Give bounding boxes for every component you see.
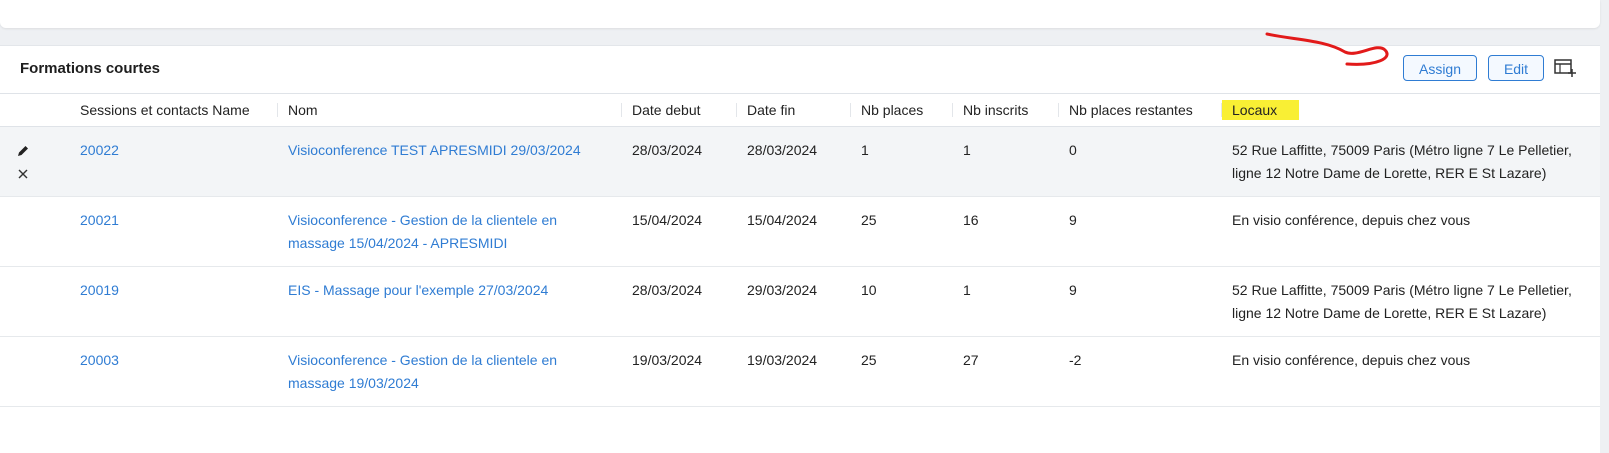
- locaux-cell: 52 Rue Laffitte, 75009 Paris (Métro lign…: [1222, 126, 1600, 197]
- edit-button[interactable]: Edit: [1488, 55, 1544, 81]
- formations-panel: Formations courtes Assign Edit Sessions …: [0, 32, 1600, 453]
- nb-inscrits-cell: 1: [953, 126, 1059, 197]
- column-header-date-debut[interactable]: Date debut: [622, 94, 737, 127]
- nb-inscrits-cell: 1: [953, 266, 1059, 337]
- table-row[interactable]: 20022 Visioconference TEST APRESMIDI 29/…: [0, 126, 1600, 197]
- date-debut-cell: 19/03/2024: [622, 336, 737, 407]
- date-debut-cell: 28/03/2024: [622, 266, 737, 337]
- pencil-icon[interactable]: [16, 144, 30, 158]
- panel-header: Formations courtes Assign Edit: [0, 32, 1600, 94]
- date-fin-cell: 19/03/2024: [737, 336, 851, 407]
- assign-button[interactable]: Assign: [1403, 55, 1477, 81]
- session-id-link[interactable]: 20019: [80, 282, 119, 298]
- panel-title: Formations courtes: [20, 60, 161, 77]
- nb-restantes-cell: 9: [1059, 266, 1222, 337]
- nb-places-cell: 10: [851, 266, 953, 337]
- table-row[interactable]: 20019 EIS - Massage pour l'exemple 27/03…: [0, 266, 1600, 337]
- column-header-nb-restantes[interactable]: Nb places restantes: [1059, 94, 1222, 127]
- row-actions: [0, 336, 70, 407]
- session-id-link[interactable]: 20021: [80, 212, 119, 228]
- sessions-table: Sessions et contacts Name Nom Date debut…: [0, 94, 1600, 407]
- nb-places-cell: 1: [851, 126, 953, 197]
- session-nom-link[interactable]: Visioconference - Gestion de la clientel…: [288, 212, 557, 251]
- table-add-column-icon[interactable]: [1554, 58, 1576, 78]
- table-row[interactable]: 20021 Visioconference - Gestion de la cl…: [0, 196, 1600, 267]
- nb-inscrits-cell: 16: [953, 196, 1059, 267]
- nb-places-cell: 25: [851, 336, 953, 407]
- nb-restantes-cell: -2: [1059, 336, 1222, 407]
- column-header-actions: [0, 94, 70, 127]
- session-nom-link[interactable]: Visioconference - Gestion de la clientel…: [288, 352, 557, 391]
- row-actions: [0, 126, 70, 197]
- close-icon[interactable]: [16, 167, 30, 181]
- nb-restantes-cell: 9: [1059, 196, 1222, 267]
- session-nom-link[interactable]: Visioconference TEST APRESMIDI 29/03/202…: [288, 142, 581, 158]
- nb-inscrits-cell: 27: [953, 336, 1059, 407]
- nb-restantes-cell: 0: [1059, 126, 1222, 197]
- locaux-cell: En visio conférence, depuis chez vous: [1222, 336, 1600, 407]
- top-card: [0, 0, 1600, 28]
- locaux-cell: 52 Rue Laffitte, 75009 Paris (Métro lign…: [1222, 266, 1600, 337]
- locaux-cell: En visio conférence, depuis chez vous: [1222, 196, 1600, 267]
- table-header-row: Sessions et contacts Name Nom Date debut…: [0, 94, 1600, 127]
- column-header-name[interactable]: Sessions et contacts Name: [70, 94, 278, 127]
- session-id-link[interactable]: 20003: [80, 352, 119, 368]
- date-fin-cell: 28/03/2024: [737, 126, 851, 197]
- session-id-link[interactable]: 20022: [80, 142, 119, 158]
- date-debut-cell: 15/04/2024: [622, 196, 737, 267]
- column-header-nb-places[interactable]: Nb places: [851, 94, 953, 127]
- column-header-date-fin[interactable]: Date fin: [737, 94, 851, 127]
- date-debut-cell: 28/03/2024: [622, 126, 737, 197]
- column-header-nom[interactable]: Nom: [278, 94, 622, 127]
- session-nom-link[interactable]: EIS - Massage pour l'exemple 27/03/2024: [288, 282, 548, 298]
- row-actions: [0, 196, 70, 267]
- nb-places-cell: 25: [851, 196, 953, 267]
- column-header-nb-inscrits[interactable]: Nb inscrits: [953, 94, 1059, 127]
- date-fin-cell: 15/04/2024: [737, 196, 851, 267]
- date-fin-cell: 29/03/2024: [737, 266, 851, 337]
- column-header-locaux[interactable]: Locaux: [1222, 94, 1600, 127]
- row-actions: [0, 266, 70, 337]
- highlighted-header-label: Locaux: [1222, 99, 1300, 120]
- annotation-arrow-drawing: [1265, 32, 1389, 66]
- table-row[interactable]: 20003 Visioconference - Gestion de la cl…: [0, 336, 1600, 407]
